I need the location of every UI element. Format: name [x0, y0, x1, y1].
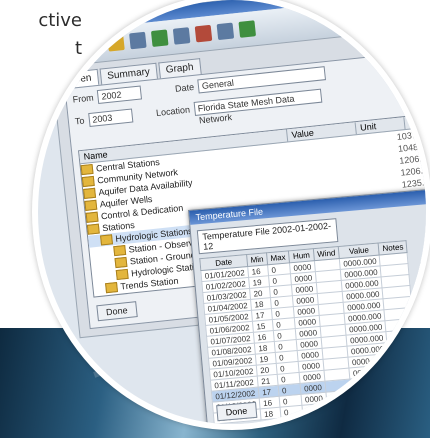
table-body: 01/01/2002 16 0 0000 0000.000 01/02/2002 19 0 00…: [200, 252, 421, 424]
location-label: Location: [155, 104, 191, 118]
from-field[interactable]: 2002: [96, 85, 143, 105]
table-cell: 0000.000: [351, 397, 394, 412]
folder-icon: [85, 211, 99, 223]
table-cell: [392, 394, 421, 409]
folder-icon: [86, 223, 100, 235]
table-icon[interactable]: [172, 27, 191, 45]
to-label: To: [74, 115, 85, 127]
date-label: Date: [174, 81, 195, 94]
to-field[interactable]: 2003: [87, 108, 133, 128]
table-cell: 0000: [302, 403, 328, 417]
folder-icon: [113, 244, 127, 257]
done-button[interactable]: Done: [216, 401, 257, 422]
from-label: From: [72, 92, 95, 105]
folder-icon[interactable]: [107, 34, 125, 52]
filter-icon[interactable]: [216, 22, 235, 41]
folder-icon: [83, 187, 97, 200]
open-icon[interactable]: [85, 36, 103, 54]
folder-icon: [100, 234, 114, 246]
table-cell: 18: [260, 407, 281, 420]
circular-screenshot-frame: Gen Summary Graph From 2002 Date General…: [32, 0, 430, 430]
folder-icon: [81, 175, 95, 188]
delete-icon[interactable]: [194, 24, 213, 43]
folder-icon: [114, 256, 128, 269]
folder-icon: [84, 199, 98, 211]
folder-icon: [105, 282, 119, 294]
table-cell: [326, 400, 353, 415]
save-icon[interactable]: [129, 31, 147, 50]
export-icon[interactable]: [238, 20, 257, 38]
folder-icon: [115, 268, 129, 281]
folder-icon: [80, 163, 94, 176]
temperature-file-window: Temperature File Temperature File 2002-0…: [188, 185, 426, 424]
done-button[interactable]: Done: [96, 301, 138, 322]
table-cell: 0: [279, 405, 303, 419]
chart-icon[interactable]: [150, 29, 169, 48]
temperature-table: Date Min Max Hum Wind Value Notes 01/01/…: [199, 240, 422, 424]
